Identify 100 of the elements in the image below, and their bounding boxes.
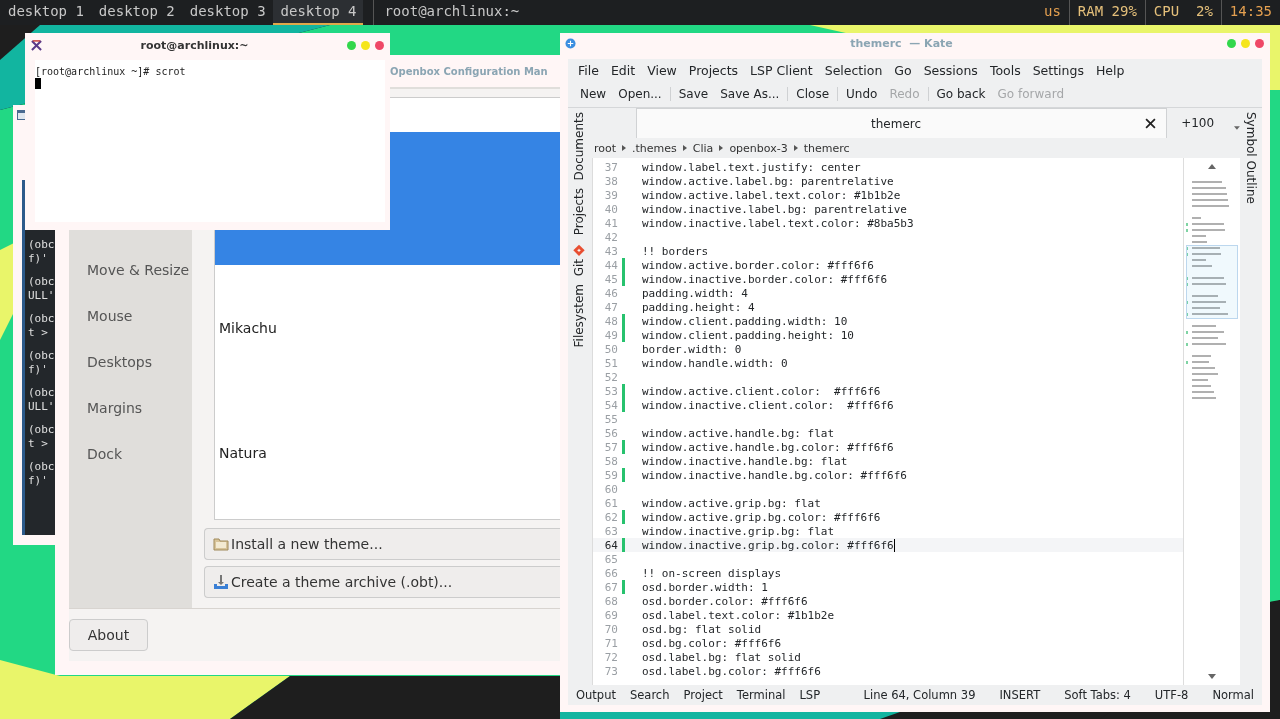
sidebar-item[interactable]: Desktops bbox=[69, 339, 192, 385]
breadcrumb-item[interactable]: openbox-3 bbox=[729, 141, 788, 155]
close-button[interactable] bbox=[375, 40, 384, 50]
sidebar-item[interactable]: Margins bbox=[69, 385, 192, 431]
desktop-tab[interactable]: desktop 4 bbox=[272, 0, 364, 25]
code-line: !! on-screen displays bbox=[642, 566, 782, 580]
desktop-tab[interactable]: desktop 3 bbox=[181, 0, 273, 25]
window-title: themerc — Kate bbox=[849, 36, 954, 50]
toolbar-button[interactable]: Go back bbox=[930, 87, 992, 101]
status-indicator: us bbox=[1042, 2, 1062, 21]
code-line: window.inactive.handle.bg.color: #fff6f6 bbox=[642, 468, 907, 482]
menu-item[interactable]: Help bbox=[1095, 62, 1125, 78]
line-number: 58 bbox=[603, 454, 619, 468]
sidebar-item[interactable]: Mouse bbox=[69, 293, 192, 339]
toolbar-button[interactable]: Close bbox=[790, 87, 836, 101]
menu-item[interactable]: View bbox=[647, 62, 677, 78]
theme-row[interactable]: Natura bbox=[215, 390, 560, 515]
toolbar-button[interactable]: Open... bbox=[612, 87, 668, 101]
breadcrumb-item[interactable]: root bbox=[594, 141, 617, 155]
toolbar-button[interactable]: New bbox=[574, 87, 613, 101]
window-title: root@archlinux:~ bbox=[139, 38, 250, 52]
side-panel-tab[interactable]: Git bbox=[572, 243, 586, 277]
code-line: !! borders bbox=[642, 244, 709, 258]
line-number: 39 bbox=[603, 188, 619, 202]
caret-icon[interactable] bbox=[1234, 126, 1240, 130]
status-item[interactable]: INSERT bbox=[999, 688, 1041, 702]
side-panel-tab[interactable]: Documents bbox=[572, 112, 586, 181]
menu-item[interactable]: File bbox=[578, 62, 599, 78]
terminal-line: t > bbox=[28, 326, 49, 340]
toolbar-button[interactable]: Save As... bbox=[714, 87, 786, 101]
code-line: window.active.handle.bg: flat bbox=[642, 426, 835, 440]
text-cursor bbox=[893, 538, 895, 552]
line-number: 65 bbox=[603, 552, 619, 566]
scroll-up-button[interactable] bbox=[1208, 164, 1216, 169]
menu-item[interactable]: Selection bbox=[824, 62, 883, 78]
code-line: window.inactive.border.color: #fff6f6 bbox=[642, 272, 888, 286]
menu-item[interactable]: LSP Client bbox=[750, 62, 813, 78]
line-number: 64 bbox=[603, 538, 619, 552]
toolbar-button[interactable]: Undo bbox=[840, 87, 884, 101]
close-icon[interactable] bbox=[1145, 118, 1157, 129]
status-item[interactable]: Normal bbox=[1212, 688, 1254, 702]
breadcrumb-item[interactable]: Clia bbox=[692, 141, 714, 155]
line-number: 48 bbox=[603, 314, 619, 328]
scroll-down-button[interactable] bbox=[1208, 674, 1216, 679]
line-number: 73 bbox=[603, 664, 619, 678]
line-number: 54 bbox=[603, 398, 619, 412]
panel-tab[interactable]: Output bbox=[576, 688, 616, 702]
menu-item[interactable]: Go bbox=[894, 62, 912, 78]
line-number: 51 bbox=[603, 356, 619, 370]
status-item[interactable]: Soft Tabs: 4 bbox=[1064, 688, 1131, 702]
desktop-tab[interactable]: desktop 1 bbox=[0, 0, 91, 25]
toolbar-button[interactable]: Save bbox=[672, 87, 715, 101]
panel-tab[interactable]: Project bbox=[683, 688, 723, 702]
about-button[interactable]: About bbox=[69, 619, 148, 651]
line-number: 57 bbox=[603, 440, 619, 454]
menu-item[interactable]: Projects bbox=[688, 62, 739, 78]
close-button[interactable] bbox=[1255, 38, 1264, 48]
code-line: osd.label.text.color: #1b1b2e bbox=[642, 608, 835, 622]
code-line: osd.border.color: #fff6f6 bbox=[642, 594, 808, 608]
sidebar-item[interactable]: Move & Resize bbox=[69, 247, 192, 293]
code-line: window.active.label.bg: parentrelative bbox=[642, 174, 894, 188]
code-line: osd.bg: flat solid bbox=[642, 622, 762, 636]
side-panel-tab[interactable]: Symbol Outline bbox=[1244, 112, 1258, 204]
maximize-button[interactable] bbox=[347, 40, 356, 50]
create-archive-button[interactable]: Create a theme archive (.obt)... bbox=[204, 566, 560, 598]
code-line: osd.label.bg: flat solid bbox=[642, 650, 801, 664]
menu-item[interactable]: Edit bbox=[610, 62, 636, 78]
download-icon bbox=[213, 574, 229, 590]
breadcrumb-item[interactable]: themerc bbox=[803, 141, 850, 155]
install-theme-button[interactable]: Install a new theme... bbox=[204, 528, 560, 560]
status-item[interactable]: Line 64, Column 39 bbox=[863, 688, 976, 702]
maximize-button[interactable] bbox=[1227, 38, 1236, 48]
chevron-icon bbox=[719, 145, 724, 151]
theme-row[interactable]: Mikachu bbox=[215, 265, 560, 390]
code-line: window.inactive.label.text.color: #8ba5b3 bbox=[642, 216, 914, 230]
status-item[interactable]: UTF-8 bbox=[1154, 688, 1189, 702]
menu-item[interactable]: Settings bbox=[1032, 62, 1084, 78]
terminal-line: (obc bbox=[28, 275, 56, 289]
code-line: window.active.handle.bg.color: #fff6f6 bbox=[642, 440, 894, 454]
desktop-tab[interactable]: desktop 2 bbox=[90, 0, 182, 25]
more-tabs-button[interactable]: +100 bbox=[1167, 108, 1229, 138]
line-number: 68 bbox=[603, 594, 619, 608]
menu-item[interactable]: Sessions bbox=[923, 62, 978, 78]
status-indicator: CPU 2% bbox=[1144, 0, 1221, 25]
document-tab[interactable]: themerc bbox=[636, 108, 1168, 138]
side-panel-tab[interactable]: Projects bbox=[572, 188, 586, 236]
app-icon bbox=[565, 37, 576, 49]
line-number: 43 bbox=[603, 244, 619, 258]
terminal-line: (obc bbox=[28, 386, 56, 400]
panel-tab[interactable]: Terminal bbox=[736, 688, 786, 702]
status-indicator: RAM 29% bbox=[1068, 0, 1145, 25]
panel-tab[interactable]: Search bbox=[629, 688, 670, 702]
breadcrumb-item[interactable]: .themes bbox=[632, 141, 677, 155]
sidebar-item[interactable]: Dock bbox=[69, 431, 192, 477]
side-panel-tab[interactable]: Filesystem bbox=[572, 284, 586, 348]
line-number: 37 bbox=[603, 160, 619, 174]
menu-item[interactable]: Tools bbox=[989, 62, 1021, 78]
terminal-line: (obc bbox=[28, 460, 56, 474]
terminal-line: (obc bbox=[28, 238, 56, 252]
panel-tab[interactable]: LSP bbox=[799, 688, 821, 702]
